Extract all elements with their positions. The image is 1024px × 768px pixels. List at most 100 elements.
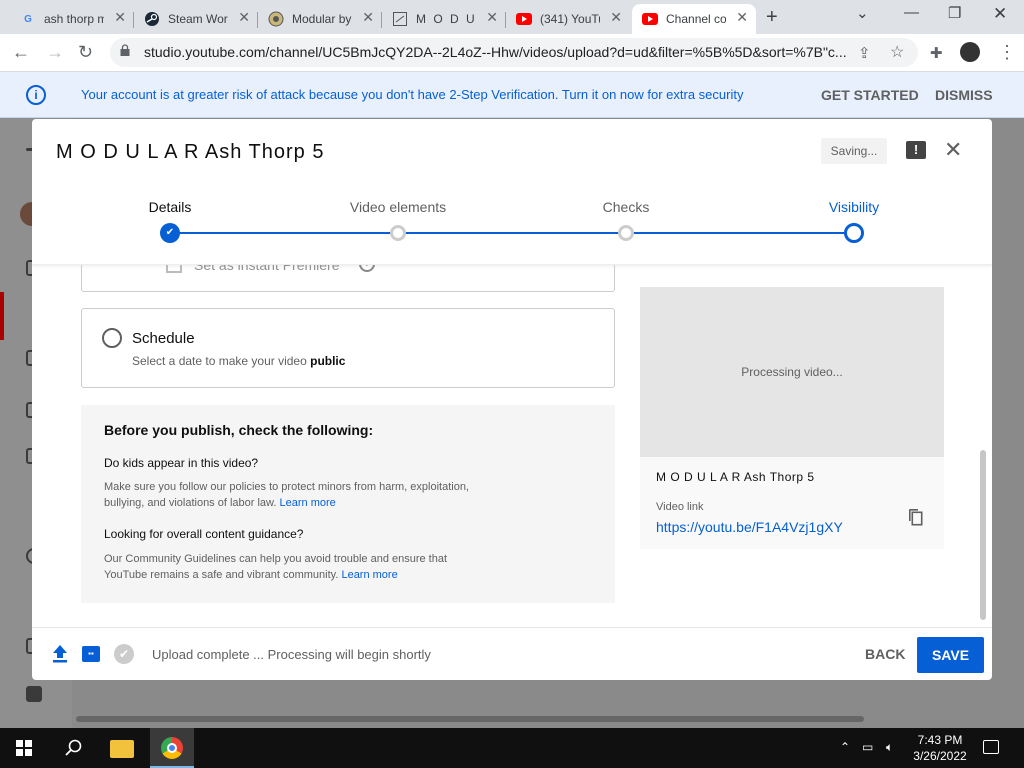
schedule-subtitle: Select a date to make your video public — [132, 354, 345, 368]
restore-icon[interactable]: ❐ — [948, 4, 961, 22]
tab-title: M O D U L — [416, 12, 476, 26]
notifications-icon[interactable] — [983, 740, 999, 754]
dialog-scrollbar[interactable] — [980, 450, 986, 620]
network-icon[interactable]: ▭ — [862, 740, 873, 754]
dialog-content: Set as instant Premiere ? Schedule Selec… — [32, 265, 992, 627]
hd-quality-icon: ▪▪ — [82, 646, 100, 662]
active-nav-marker — [0, 292, 4, 340]
close-dialog-icon[interactable]: ✕ — [944, 137, 962, 163]
profile-avatar-icon[interactable] — [960, 42, 980, 62]
window-close-icon[interactable]: ✕ — [993, 4, 1007, 24]
background-horizontal-scrollbar[interactable] — [76, 716, 864, 722]
tab-title: Steam Wor — [168, 12, 228, 26]
kids-paragraph: Make sure you follow our policies to pro… — [104, 479, 544, 511]
tab-search-icon[interactable]: ⌄ — [856, 4, 869, 22]
google-icon: G — [24, 13, 32, 25]
step-details[interactable]: Details — [149, 199, 192, 215]
minimize-icon[interactable]: — — [904, 4, 919, 21]
windows-taskbar: ⌃ ▭ 🔈︎ 7:43 PM 3/26/2022 — [0, 728, 1024, 768]
close-tab-icon[interactable]: ✕ — [362, 9, 374, 26]
upload-stepper: Details Video elements Checks Visibility… — [32, 183, 992, 265]
schedule-subtitle-text: Select a date to make your video — [132, 354, 311, 368]
forward-arrow-icon[interactable]: → — [46, 42, 64, 63]
security-banner: i Your account is at greater risk of att… — [0, 72, 1024, 118]
feedback-icon[interactable]: ! — [906, 141, 926, 159]
close-tab-icon[interactable]: ✕ — [114, 9, 126, 26]
tab-title: ash thorp m — [44, 12, 104, 26]
bookmark-star-icon[interactable]: ☆ — [890, 42, 904, 62]
upload-status: Upload complete ... Processing will begi… — [152, 647, 431, 662]
help-icon[interactable]: ? — [359, 265, 375, 272]
step-visibility[interactable]: Visibility — [829, 199, 879, 215]
schedule-subtitle-bold: public — [310, 354, 346, 368]
banner-message: Your account is at greater risk of attac… — [81, 87, 744, 102]
browser-tab-strip: G ash thorp m ✕ Steam Wor ✕ Modular by ✕… — [0, 0, 1024, 34]
publish-checklist: Before you publish, check the following:… — [81, 405, 615, 603]
kids-paragraph-line: Make sure you follow our policies to pro… — [104, 481, 469, 493]
browser-tab[interactable]: M O D U L ✕ — [382, 4, 506, 34]
save-button[interactable]: SAVE — [917, 637, 984, 673]
reload-icon[interactable]: ↻ — [78, 42, 93, 63]
tab-title: Channel co — [666, 12, 726, 26]
browser-tab[interactable]: (341) YouTu ✕ — [506, 4, 630, 34]
learn-more-link[interactable]: Learn more — [280, 497, 336, 509]
youtube-icon — [516, 11, 532, 27]
step-dot — [618, 225, 634, 241]
browser-tab-active[interactable]: Channel co ✕ — [632, 4, 756, 34]
share-icon[interactable]: ⇪ — [858, 44, 871, 62]
schedule-title: Schedule — [132, 330, 195, 347]
system-clock[interactable]: 7:43 PM 3/26/2022 — [912, 732, 968, 764]
chrome-taskbar-button[interactable] — [150, 728, 194, 768]
video-link-label: Video link — [656, 501, 704, 513]
back-arrow-icon[interactable]: ← — [12, 42, 30, 63]
step-video-elements[interactable]: Video elements — [350, 199, 446, 215]
close-tab-icon[interactable]: ✕ — [238, 9, 250, 26]
visibility-options-card: Set as instant Premiere ? — [81, 265, 615, 292]
video-link[interactable]: https://youtu.be/F1A4Vzj1gXY — [656, 519, 843, 535]
new-tab-icon[interactable]: + — [766, 6, 778, 29]
close-tab-icon[interactable]: ✕ — [610, 9, 622, 26]
kids-question: Do kids appear in this video? — [104, 456, 259, 470]
dialog-title: M O D U L A R Ash Thorp 5 — [56, 141, 325, 163]
schedule-radio[interactable] — [102, 328, 122, 348]
browser-tab[interactable]: G ash thorp m ✕ — [10, 4, 134, 34]
volume-icon[interactable]: 🔈︎ — [886, 740, 893, 755]
instant-premiere-checkbox[interactable] — [166, 265, 182, 273]
guidance-paragraph-line: YouTube remains a safe and vibrant commu… — [104, 569, 342, 581]
dismiss-button[interactable]: DISMISS — [935, 87, 993, 103]
preview-video-title: M O D U L A R Ash Thorp 5 — [656, 470, 815, 484]
extensions-icon[interactable]: ✚ — [930, 44, 943, 62]
guidance-paragraph: Our Community Guidelines can help you av… — [104, 551, 544, 583]
tab-title: (341) YouTu — [540, 12, 600, 26]
windows-start-icon[interactable] — [16, 740, 32, 756]
chevron-up-icon[interactable]: ⌃ — [840, 740, 850, 754]
browser-tab[interactable]: Modular by ✕ — [258, 4, 382, 34]
file-explorer-icon[interactable] — [110, 740, 134, 758]
tab-title: Modular by — [292, 12, 352, 26]
search-icon[interactable] — [64, 738, 84, 758]
processing-message: Processing video... — [741, 365, 843, 379]
modular-doc-icon — [392, 11, 408, 27]
clock-time: 7:43 PM — [917, 733, 963, 747]
step-current-dot — [844, 223, 864, 243]
close-tab-icon[interactable]: ✕ — [486, 9, 498, 26]
close-tab-icon[interactable]: ✕ — [736, 9, 748, 26]
checklist-heading: Before you publish, check the following: — [104, 422, 374, 438]
instant-premiere-label: Set as instant Premiere — [194, 265, 340, 273]
youtube-icon — [642, 11, 658, 27]
modular-icon — [268, 11, 284, 27]
kebab-menu-icon[interactable]: ⋮ — [998, 42, 1016, 63]
learn-more-link[interactable]: Learn more — [341, 569, 397, 581]
step-checks[interactable]: Checks — [603, 199, 650, 215]
copy-icon[interactable] — [907, 508, 923, 526]
browser-tab[interactable]: Steam Wor ✕ — [134, 4, 258, 34]
get-started-button[interactable]: GET STARTED — [821, 87, 919, 103]
feedback-icon — [26, 686, 42, 702]
guidance-question: Looking for overall content guidance? — [104, 527, 304, 541]
url-field[interactable]: studio.youtube.com/channel/UC5BmJcQY2DA-… — [110, 38, 918, 67]
lock-icon — [120, 44, 130, 56]
back-button[interactable]: BACK — [865, 646, 905, 662]
kids-paragraph-line: bullying, and violations of labor law. — [104, 497, 280, 509]
clock-date: 3/26/2022 — [913, 749, 967, 763]
schedule-card[interactable]: Schedule Select a date to make your vide… — [81, 308, 615, 388]
